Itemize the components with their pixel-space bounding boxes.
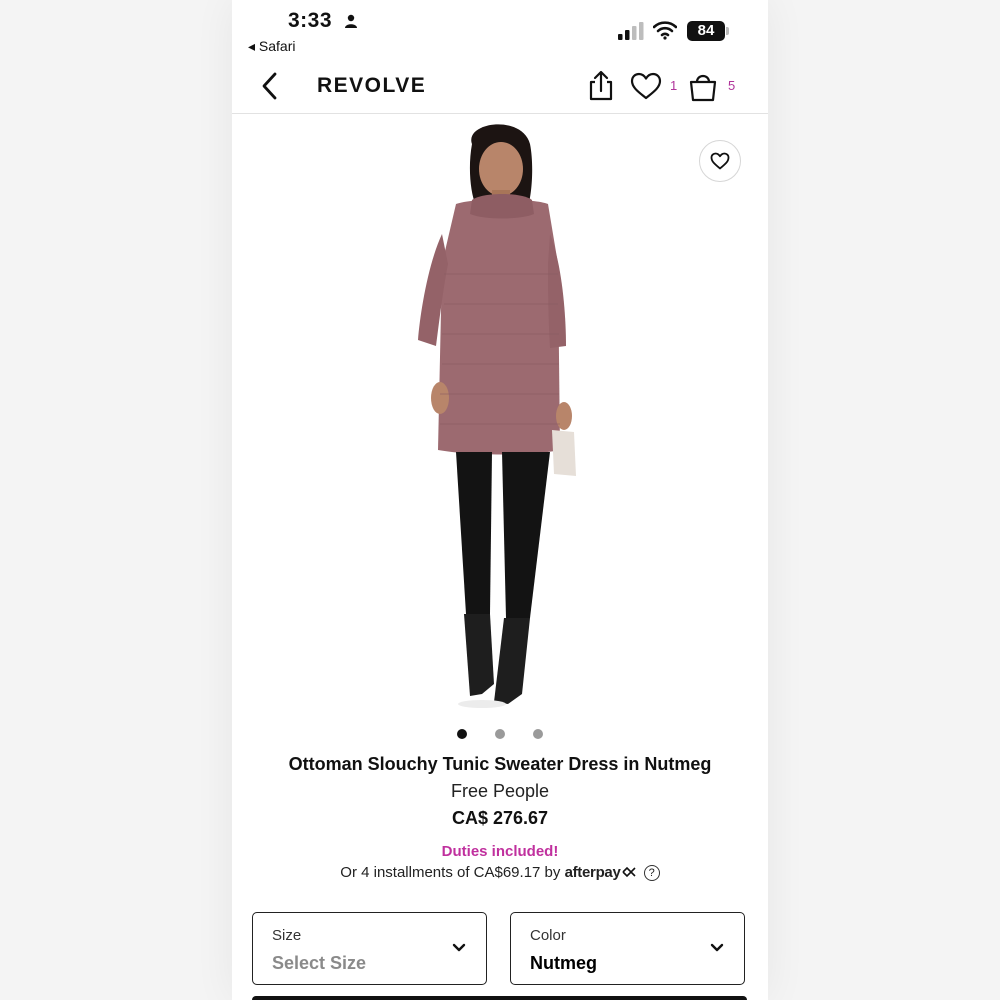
back-to-safari-link[interactable]: ◂ Safari [248, 38, 296, 55]
wishlist-heart-icon[interactable] [630, 72, 662, 100]
duties-notice: Duties included! [441, 843, 559, 860]
product-image[interactable] [232, 114, 768, 720]
installments-info: Or 4 installments of CA$69.17 by afterpa… [232, 864, 768, 881]
size-value: Select Size [272, 953, 367, 973]
afterpay-logo: afterpay [564, 864, 621, 881]
battery-level: 84 [697, 22, 715, 39]
person-icon [345, 14, 357, 28]
help-icon[interactable]: ? [643, 865, 660, 881]
chevron-down-icon [452, 943, 466, 952]
pagination-dot-3[interactable] [533, 729, 543, 739]
color-value: Nutmeg [530, 953, 597, 973]
size-select[interactable]: Size Select Size [252, 912, 487, 985]
color-select[interactable]: Color Nutmeg [510, 912, 745, 985]
share-icon[interactable] [586, 70, 616, 102]
bag-count: 5 [728, 78, 736, 93]
app-header: REVOLVE 1 5 [232, 60, 768, 114]
pagination-dot-2[interactable] [495, 729, 505, 739]
phone-screen: 3:33 ◂ Safari 84 REVOLVE 1 5 Ottoman Slo… [232, 0, 768, 1000]
add-to-bag-button[interactable] [252, 996, 747, 1000]
shopping-bag-icon[interactable] [688, 70, 718, 102]
product-price: CA$ 276.67 [451, 808, 549, 828]
brand-logo[interactable]: REVOLVE [317, 74, 426, 98]
battery-nub [726, 27, 729, 35]
product-title: Ottoman Slouchy Tunic Sweater Dress in N… [288, 754, 712, 774]
wifi-icon [653, 21, 677, 40]
pagination-dot-1[interactable] [457, 729, 467, 739]
cellular-signal-icon [618, 22, 644, 40]
battery-icon: 84 [687, 21, 725, 41]
status-time: 3:33 [288, 9, 333, 32]
color-label: Color [530, 927, 566, 944]
size-label: Size [272, 927, 302, 944]
chevron-down-icon [710, 943, 724, 952]
back-chevron-icon[interactable] [256, 70, 284, 102]
product-brand[interactable]: Free People [232, 781, 768, 802]
image-pagination [232, 728, 768, 740]
heart-icon [710, 152, 730, 170]
installments-text: Or 4 installments of CA$69.17 by [340, 864, 561, 881]
afterpay-loop-icon [621, 866, 636, 878]
favorite-button[interactable] [699, 140, 741, 182]
wishlist-count: 1 [670, 78, 678, 93]
